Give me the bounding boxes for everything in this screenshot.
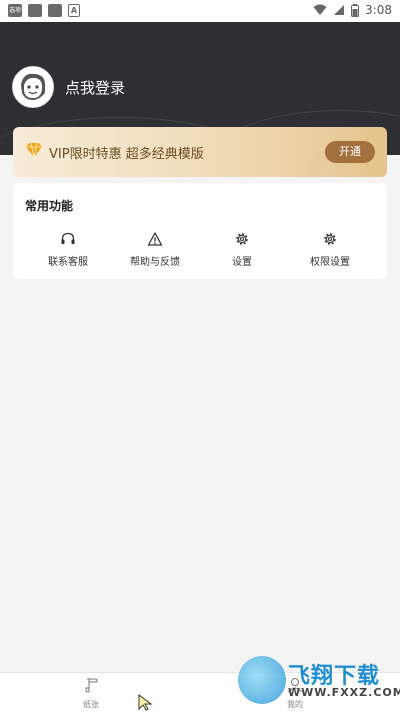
app-notification-icon: [28, 4, 42, 17]
tab-paper[interactable]: 纸张: [82, 676, 100, 710]
a-icon: A: [68, 4, 80, 17]
login-link[interactable]: 点我登录: [65, 77, 125, 98]
function-label: 权限设置: [310, 257, 350, 268]
common-functions-card: 常用功能 联系客服 帮助与反馈 设置 权限设置: [13, 183, 387, 279]
diamond-icon: [26, 142, 42, 158]
gear-icon: [324, 233, 336, 245]
vip-banner[interactable]: VIP限时特惠 超多经典模版 开通: [13, 127, 387, 177]
watermark-circle-icon: [238, 656, 286, 704]
function-label: 联系客服: [48, 257, 88, 268]
contact-support-button[interactable]: 联系客服: [25, 231, 111, 268]
avatar-face-icon: [13, 67, 53, 107]
watermark-url: WWW.FXXZ.COM: [288, 686, 400, 699]
battery-icon: [351, 3, 360, 17]
gear-icon: [236, 233, 248, 245]
help-feedback-button[interactable]: 帮助与反馈: [112, 231, 198, 268]
app-notification-icon: 选项: [8, 4, 22, 17]
status-bar-notifications: 选项 A: [8, 4, 80, 17]
wifi-icon: [313, 4, 327, 15]
headset-icon: [61, 232, 75, 244]
app-notification-icon: [48, 4, 62, 17]
signal-icon: [334, 5, 345, 15]
clock: 3:08: [365, 3, 392, 17]
function-grid: 联系客服 帮助与反馈 设置 权限设置: [13, 231, 387, 271]
watermark-logo: 飞翔下载 WWW.FXXZ.COM: [238, 656, 400, 708]
status-bar: 选项 A 3:08: [0, 0, 400, 22]
status-bar-system: 3:08: [313, 3, 392, 17]
permission-settings-button[interactable]: 权限设置: [287, 231, 373, 268]
tab-label: 纸张: [83, 700, 99, 709]
avatar[interactable]: [12, 66, 54, 108]
function-label: 设置: [232, 257, 252, 268]
warning-icon: [147, 232, 163, 246]
paper-icon: [85, 678, 98, 693]
settings-button[interactable]: 设置: [199, 231, 285, 268]
section-title: 常用功能: [25, 199, 74, 213]
function-label: 帮助与反馈: [130, 257, 180, 268]
vip-promo-text: VIP限时特惠 超多经典模版: [49, 147, 204, 162]
mouse-cursor-icon: [138, 694, 153, 711]
vip-open-button[interactable]: 开通: [325, 141, 375, 163]
